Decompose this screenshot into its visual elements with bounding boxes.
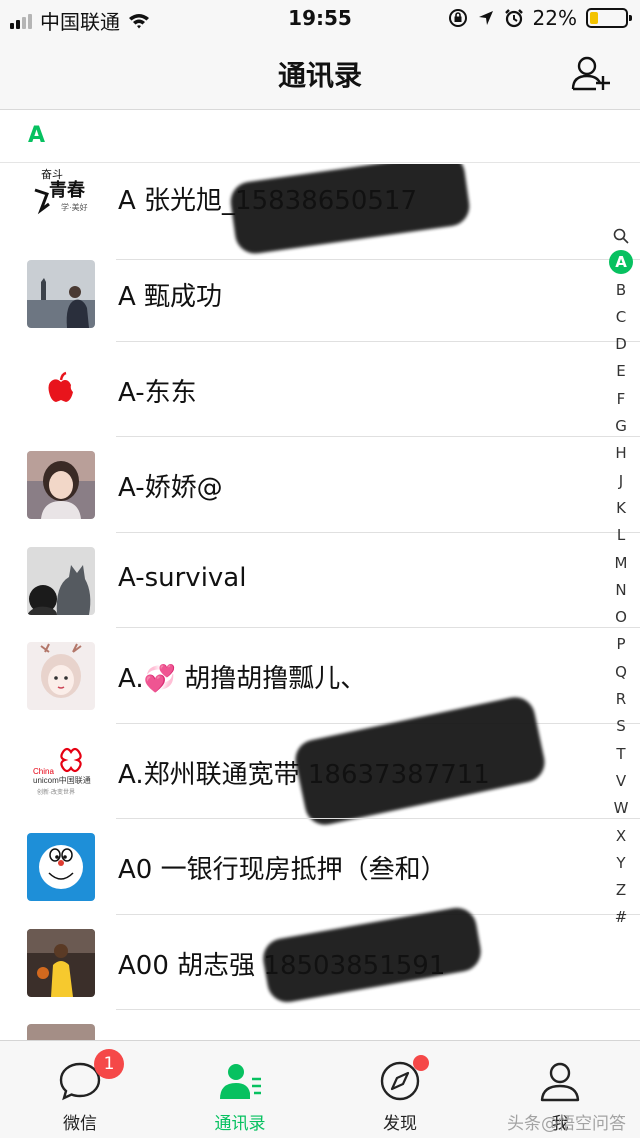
svg-text:创新·改变世界: 创新·改变世界 xyxy=(37,788,75,796)
contact-row[interactable]: A-娇娇@ xyxy=(0,437,640,533)
index-letter[interactable]: Y xyxy=(607,850,635,877)
cat-photo-avatar xyxy=(27,546,95,615)
page-title: 通讯录 xyxy=(277,59,362,92)
status-bar: 中国联通 19:55 22% xyxy=(0,0,640,36)
index-letter[interactable]: S xyxy=(607,713,635,740)
watermark: 头条@悟空问答 xyxy=(507,1114,626,1134)
index-letter[interactable]: Z xyxy=(607,877,635,904)
contact-row[interactable]: A0 一银行现房抵押（叁和） xyxy=(0,819,640,915)
tab-label: 微信 xyxy=(63,1114,97,1134)
contact-name: A.💞 胡撸胡撸瓢儿、 xyxy=(118,664,367,694)
girl-photo-avatar xyxy=(27,451,95,519)
contact-name: A 甄成功 xyxy=(118,282,223,312)
unread-badge: 1 xyxy=(94,1049,124,1079)
svg-text:学·美好: 学·美好 xyxy=(61,202,88,212)
index-letter[interactable]: V xyxy=(607,768,635,795)
profile-icon xyxy=(540,1062,580,1102)
notification-dot xyxy=(413,1055,429,1071)
index-letter[interactable]: P xyxy=(607,631,635,658)
index-letter[interactable]: R xyxy=(607,686,635,713)
add-friend-icon[interactable] xyxy=(570,52,612,94)
nav-bar: 通讯录 xyxy=(0,36,640,110)
tab-bar: 1 微信 通讯录 发现 我 头条@悟空问答 xyxy=(0,1040,640,1138)
poster-avatar: 奋斗 青春 学·美好 xyxy=(27,164,95,232)
index-letter[interactable]: H xyxy=(607,440,635,467)
contact-row[interactable]: China unicom中国联通 创新·改变世界 A.郑州联通宽带 186373… xyxy=(0,693,640,828)
status-right: 22% xyxy=(448,6,632,30)
index-letter[interactable]: C xyxy=(607,304,635,331)
apple-logo-avatar xyxy=(27,355,95,424)
section-header: A xyxy=(0,111,640,163)
alphabet-index[interactable]: A B C D E F G H J K L M N O P Q R S T V … xyxy=(607,222,635,932)
china-unicom-logo-avatar: China unicom中国联通 创新·改变世界 xyxy=(27,737,95,806)
svg-text:奋斗: 奋斗 xyxy=(41,167,63,181)
contact-row[interactable]: A-survival xyxy=(0,533,640,628)
statue-photo-avatar xyxy=(27,260,95,328)
contact-name: A-娇娇@ xyxy=(118,473,223,503)
girl-sketch-avatar xyxy=(27,642,95,710)
index-letter[interactable]: B xyxy=(607,277,635,304)
doraemon-avatar xyxy=(27,833,95,901)
contact-name: A-survival xyxy=(118,562,247,593)
index-letter[interactable]: K xyxy=(607,495,635,522)
index-letter[interactable]: N xyxy=(607,577,635,604)
index-letter[interactable]: M xyxy=(607,550,635,577)
svg-text:unicom中国联通: unicom中国联通 xyxy=(33,775,91,785)
index-letter[interactable]: Q xyxy=(607,659,635,686)
index-letter[interactable]: W xyxy=(607,795,635,822)
index-letter[interactable]: O xyxy=(607,604,635,631)
contact-name: A0 一银行现房抵押（叁和） xyxy=(118,855,447,885)
index-search-icon[interactable] xyxy=(607,222,635,249)
tab-label: 通讯录 xyxy=(214,1114,266,1134)
index-letter[interactable]: G xyxy=(607,413,635,440)
contact-name: A-东东 xyxy=(118,377,197,408)
contact-row[interactable]: A00 胡志强 18503851591 xyxy=(0,904,640,1010)
contact-row[interactable]: A.💞 胡撸胡撸瓢儿、 xyxy=(0,628,640,724)
index-letter[interactable]: E xyxy=(607,358,635,385)
orientation-lock-icon xyxy=(448,9,467,27)
contact-list[interactable]: 奋斗 青春 学·美好 A 张光旭_15838650517 A 甄成功 xyxy=(0,164,640,1040)
tab-discover[interactable]: 发现 xyxy=(320,1041,480,1138)
contact-row[interactable]: A 甄成功 xyxy=(0,246,640,342)
contact-row[interactable]: A-东东 xyxy=(0,342,640,437)
svg-text:China: China xyxy=(33,767,54,776)
redaction-scribble xyxy=(260,904,484,1005)
partial-avatar xyxy=(27,1024,95,1040)
location-icon xyxy=(478,11,493,25)
index-letter[interactable]: D xyxy=(607,331,635,358)
alarm-icon xyxy=(504,9,523,28)
tab-label: 发现 xyxy=(383,1114,417,1134)
tab-chats[interactable]: 1 微信 xyxy=(0,1041,160,1138)
redaction-scribble xyxy=(228,164,472,257)
index-letter[interactable]: L xyxy=(607,522,635,549)
contact-row[interactable] xyxy=(0,1010,640,1040)
index-letter[interactable]: J xyxy=(607,468,635,495)
battery-percent: 22% xyxy=(532,6,577,30)
tab-contacts[interactable]: 通讯录 xyxy=(160,1041,320,1138)
index-letter[interactable]: X xyxy=(607,823,635,850)
index-letter-active[interactable]: A xyxy=(607,249,635,276)
contacts-icon xyxy=(220,1064,261,1099)
svg-text:青春: 青春 xyxy=(49,179,86,200)
index-letter[interactable]: F xyxy=(607,386,635,413)
section-letter: A xyxy=(28,123,46,148)
index-letter[interactable]: # xyxy=(607,904,635,931)
index-letter[interactable]: T xyxy=(607,741,635,768)
battery-icon xyxy=(586,8,632,28)
basketball-player-avatar xyxy=(27,928,95,997)
